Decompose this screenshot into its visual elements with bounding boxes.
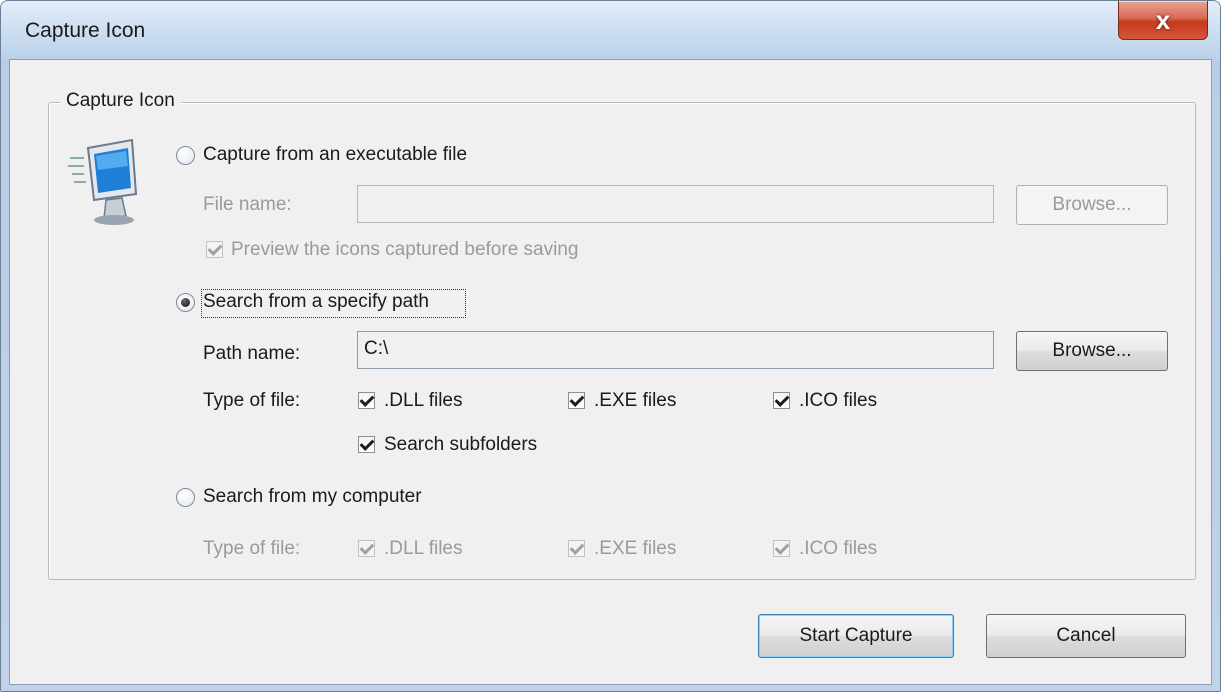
label-preview-icons[interactable]: Preview the icons captured before saving (231, 239, 578, 261)
checkbox-ico-files-computer[interactable] (773, 540, 790, 557)
close-button[interactable]: x (1118, 1, 1208, 40)
label-dll-files-computer[interactable]: .DLL files (384, 538, 463, 560)
capture-icon-window: Capture Icon x Capture Icon Capture from… (0, 0, 1221, 692)
label-path-name: Path name: (203, 343, 301, 364)
label-capture-executable[interactable]: Capture from an executable file (203, 144, 467, 166)
label-search-subfolders[interactable]: Search subfolders (384, 434, 537, 456)
label-exe-files[interactable]: .EXE files (594, 390, 676, 412)
label-exe-files-computer[interactable]: .EXE files (594, 538, 676, 560)
dialog-client-area: Capture Icon Capture from an executable … (9, 59, 1212, 685)
label-search-computer[interactable]: Search from my computer (203, 486, 422, 508)
checkbox-ico-files[interactable] (773, 392, 790, 409)
label-type-of-file-path: Type of file: (203, 390, 301, 411)
radio-capture-executable[interactable] (176, 146, 195, 165)
radio-search-computer[interactable] (176, 488, 195, 507)
browse-path-button[interactable]: Browse... (1016, 331, 1168, 371)
label-file-name: File name: (203, 194, 292, 215)
radio-search-path[interactable] (176, 293, 195, 312)
checkbox-exe-files-computer[interactable] (568, 540, 585, 557)
close-icon: x (1155, 5, 1171, 35)
checkbox-exe-files[interactable] (568, 392, 585, 409)
label-ico-files[interactable]: .ICO files (799, 390, 877, 412)
start-capture-button[interactable]: Start Capture (758, 614, 954, 658)
label-dll-files[interactable]: .DLL files (384, 390, 463, 412)
browse-file-button[interactable]: Browse... (1016, 185, 1168, 225)
cancel-button[interactable]: Cancel (986, 614, 1186, 658)
path-name-input[interactable]: C:\ (357, 331, 994, 369)
file-name-input[interactable] (357, 185, 994, 223)
checkbox-search-subfolders[interactable] (358, 436, 375, 453)
label-search-path[interactable]: Search from a specify path (203, 291, 429, 313)
checkbox-preview-icons[interactable] (206, 241, 223, 258)
computer-monitor-icon (68, 138, 138, 225)
groupbox-legend: Capture Icon (60, 90, 181, 112)
title-bar: Capture Icon x (1, 1, 1220, 59)
label-ico-files-computer[interactable]: .ICO files (799, 538, 877, 560)
checkbox-dll-files-computer[interactable] (358, 540, 375, 557)
checkbox-dll-files[interactable] (358, 392, 375, 409)
label-type-of-file-computer: Type of file: (203, 538, 301, 559)
window-title: Capture Icon (25, 19, 146, 42)
